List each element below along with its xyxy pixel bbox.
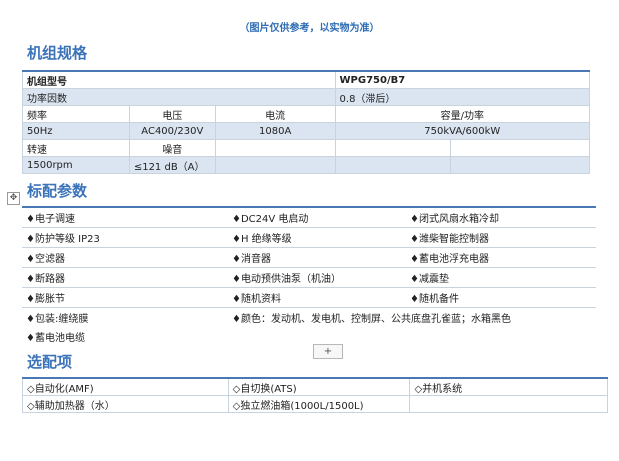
feature-item: ♦断路器 xyxy=(22,267,228,288)
options-section-title: 选配项 xyxy=(27,353,73,371)
option-item: ◇自动化(AMF) xyxy=(22,377,229,396)
model-value: WPG750/B7 xyxy=(334,70,591,89)
feature-item: ♦蓄电池电缆 xyxy=(26,333,85,344)
feature-item: ♦DC24V 电启动 xyxy=(228,206,406,228)
table-row: ♦膨胀节 ♦随机资料 ♦随机备件 xyxy=(22,287,596,308)
feature-item: ♦电动预供油泵（机油） xyxy=(228,267,406,288)
frequency-value: 50Hz xyxy=(22,122,130,140)
feature-item: ♦潍柴智能控制器 xyxy=(406,227,596,248)
feature-item: ♦颜色：发动机、发电机、控制屏、公共底盘孔雀蓝；水箱黑色 xyxy=(232,314,511,325)
feature-item: ♦包装:缠绕膜 xyxy=(26,314,89,325)
feature-item: ♦蓄电池浮充电器 xyxy=(406,247,596,268)
table-row: ♦空滤器 ♦消音器 ♦蓄电池浮充电器 xyxy=(22,247,596,268)
table-row: ♦防护等级 IP23 ♦H 绝缘等级 ♦潍柴智能控制器 xyxy=(22,227,596,248)
voltage-header: 电压 xyxy=(128,105,216,123)
features-table: ♦电子调速 ♦DC24V 电启动 ♦闭式风扇水箱冷却 ♦防护等级 IP23 ♦H… xyxy=(22,206,596,346)
spec-table: 机组型号 WPG750/B7 功率因数 0.8（滞后） 频率 电压 电流 容量/… xyxy=(22,70,591,174)
spec-section-title: 机组规格 xyxy=(27,44,88,62)
feature-item: ♦随机资料 xyxy=(228,287,406,308)
noise-header: 噪音 xyxy=(128,139,216,157)
current-header: 电流 xyxy=(214,105,336,123)
feature-item: ♦H 绝缘等级 xyxy=(228,227,406,248)
table-row: 功率因数 0.8（滞后） xyxy=(22,88,591,106)
table-row: 50Hz AC400/230V 1080A 750kVA/600kW xyxy=(22,122,591,140)
feature-item: ♦防护等级 IP23 xyxy=(22,227,228,248)
feature-item: ♦电子调速 xyxy=(22,206,228,228)
plus-icon[interactable]: + xyxy=(313,344,343,359)
frequency-header: 频率 xyxy=(22,105,130,123)
model-label: 机组型号 xyxy=(22,70,336,89)
table-row: ♦蓄电池电缆 xyxy=(22,327,596,346)
table-row: ♦断路器 ♦电动预供油泵（机油） ♦减震垫 xyxy=(22,267,596,288)
feature-item: ♦减震垫 xyxy=(406,267,596,288)
option-item: ◇辅助加热器（水） xyxy=(22,395,229,413)
feature-item: ♦随机备件 xyxy=(406,287,596,308)
option-item: ◇独立燃油箱(1000L/1500L) xyxy=(227,395,411,413)
move-icon[interactable]: ✥ xyxy=(7,192,20,205)
capacity-header: 容量/功率 xyxy=(334,105,591,123)
noise-value: ≤121 dB（A） xyxy=(128,156,216,174)
disclaimer-note: （图片仅供参考，以实物为准） xyxy=(239,23,380,34)
current-value: 1080A xyxy=(214,122,336,140)
table-row: 转速 噪音 xyxy=(22,139,590,157)
option-item xyxy=(409,395,608,413)
power-factor-value: 0.8（滞后） xyxy=(334,88,591,106)
table-row: 1500rpm ≤121 dB（A） xyxy=(22,156,590,174)
capacity-value: 750kVA/600kW xyxy=(334,122,591,140)
feature-item: ♦膨胀节 xyxy=(22,287,228,308)
options-table: ◇自动化(AMF) ◇自切换(ATS) ◇并机系统 ◇辅助加热器（水） ◇独立燃… xyxy=(22,377,608,413)
voltage-value: AC400/230V xyxy=(128,122,216,140)
option-item: ◇自切换(ATS) xyxy=(227,377,411,396)
table-row: ♦包装:缠绕膜 ♦颜色：发动机、发电机、控制屏、公共底盘孔雀蓝；水箱黑色 xyxy=(22,308,596,328)
feature-item: ♦闭式风扇水箱冷却 xyxy=(406,206,596,228)
feature-item: ♦消音器 xyxy=(228,247,406,268)
speed-header: 转速 xyxy=(22,139,130,157)
table-row: ◇辅助加热器（水） ◇独立燃油箱(1000L/1500L) xyxy=(22,395,608,413)
power-factor-label: 功率因数 xyxy=(22,88,336,106)
option-item: ◇并机系统 xyxy=(409,377,608,396)
table-row: ◇自动化(AMF) ◇自切换(ATS) ◇并机系统 xyxy=(22,377,608,396)
table-row: 机组型号 WPG750/B7 xyxy=(22,70,591,89)
feature-item: ♦空滤器 xyxy=(22,247,228,268)
table-row: 频率 电压 电流 容量/功率 xyxy=(22,105,591,123)
speed-value: 1500rpm xyxy=(22,156,130,174)
table-row: ♦电子调速 ♦DC24V 电启动 ♦闭式风扇水箱冷却 xyxy=(22,206,596,228)
features-section-title: 标配参数 xyxy=(27,182,88,200)
